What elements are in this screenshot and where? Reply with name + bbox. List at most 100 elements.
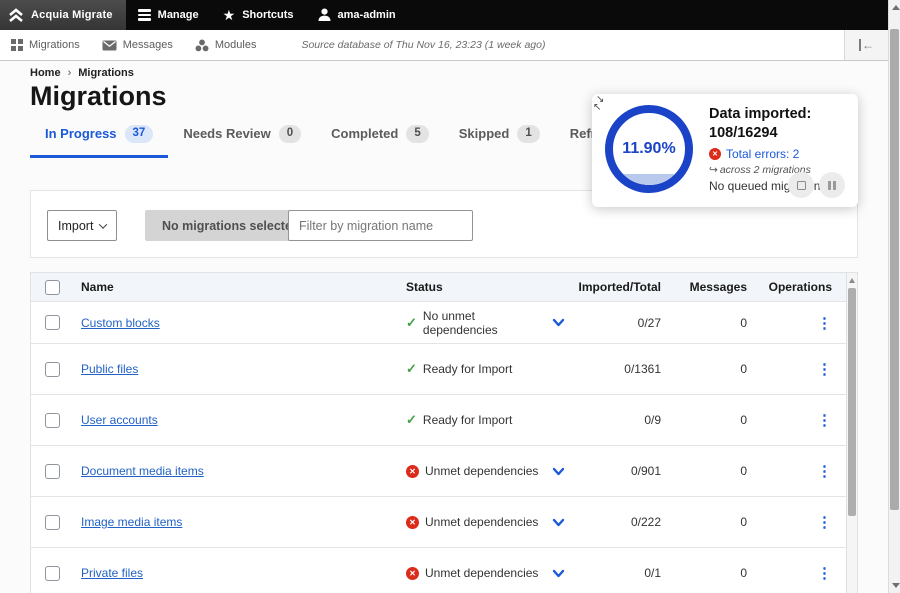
tab-count-badge: 5 xyxy=(406,125,428,143)
breadcrumb: Home › Migrations xyxy=(30,67,134,79)
user-icon xyxy=(318,8,331,22)
table-row: Image media items ✓ ✕ Unmet dependencies… xyxy=(31,497,846,548)
status-ok-icon: ✓ xyxy=(406,315,417,331)
row-checkbox[interactable] xyxy=(45,566,60,581)
migration-link[interactable]: Custom blocks xyxy=(81,316,160,330)
status-chevron-icon[interactable] xyxy=(552,518,565,527)
progress-circle: 11.90% xyxy=(605,105,693,193)
migration-link[interactable]: Image media items xyxy=(81,515,182,529)
across-arrow-icon: ↪ xyxy=(709,164,718,176)
migration-link[interactable]: Private files xyxy=(81,566,143,580)
hamburger-icon xyxy=(138,9,151,21)
status-error-icon: ✕ xyxy=(406,465,419,478)
imported-total-value: 0/27 xyxy=(572,316,661,330)
header-name: Name xyxy=(81,280,406,294)
envelope-icon xyxy=(102,40,117,51)
collapse-left-icon: ← xyxy=(859,39,874,51)
imported-total-value: 0/901 xyxy=(572,464,661,478)
status-text: Ready for Import xyxy=(423,362,512,376)
row-checkbox[interactable] xyxy=(45,315,60,330)
error-icon: ✕ xyxy=(709,148,721,160)
page-title: Migrations xyxy=(30,81,167,112)
scroll-down-arrow-icon[interactable] xyxy=(892,583,900,588)
tab-count-badge: 37 xyxy=(125,125,154,143)
row-checkbox[interactable] xyxy=(45,413,60,428)
tab-skipped[interactable]: Skipped 1 xyxy=(444,125,555,158)
scroll-up-arrow-icon[interactable] xyxy=(849,278,855,283)
migration-link[interactable]: User accounts xyxy=(81,413,158,427)
tab-needs-review[interactable]: Needs Review 0 xyxy=(168,125,316,158)
operations-menu-button[interactable]: ⋮ xyxy=(817,412,832,429)
select-all-checkbox[interactable] xyxy=(45,280,60,295)
resize-handle-icon[interactable]: ↘↖ xyxy=(596,96,604,112)
messages-count: 0 xyxy=(661,566,747,580)
header-imported-total: Imported/Total xyxy=(572,280,661,294)
total-errors-link[interactable]: Total errors: 2 xyxy=(726,147,799,161)
status-text: Ready for Import xyxy=(423,413,512,427)
status-chevron-icon[interactable] xyxy=(552,467,565,476)
header-operations: Operations xyxy=(747,280,846,294)
progress-percent: 11.90% xyxy=(622,140,675,158)
imported-total-value: 0/9 xyxy=(572,413,661,427)
status-error-icon: ✕ xyxy=(406,516,419,529)
imported-total-value: 0/1361 xyxy=(572,362,661,376)
toolbar-modules[interactable]: Modules xyxy=(184,30,268,60)
table-row: Private files ✓ ✕ Unmet dependencies 0/1… xyxy=(31,548,846,593)
menu-shortcuts[interactable]: ★ Shortcuts xyxy=(211,0,306,30)
header-messages: Messages xyxy=(661,280,747,294)
table-row: Public files ✓ ✕ Ready for Import 0/1361… xyxy=(31,344,846,395)
table-scrollbar[interactable] xyxy=(846,273,857,593)
toolbar-messages[interactable]: Messages xyxy=(91,30,184,60)
operations-menu-button[interactable]: ⋮ xyxy=(817,463,832,480)
status-chevron-icon[interactable] xyxy=(552,318,565,327)
import-progress-popup: ↘↖ 11.90% Data imported: 108/16294 ✕ Tot… xyxy=(592,94,858,207)
progress-circle-fill xyxy=(613,174,685,185)
migration-filter-input[interactable] xyxy=(288,210,473,241)
menu-manage[interactable]: Manage xyxy=(126,0,211,30)
tab-bar: In Progress 37 Needs Review 0 Completed … xyxy=(30,125,664,158)
source-database-note: Source database of Thu Nov 16, 23:23 (1 … xyxy=(301,39,545,51)
row-checkbox[interactable] xyxy=(45,362,60,377)
stop-button[interactable] xyxy=(788,172,814,198)
page-scrollbar[interactable] xyxy=(888,0,900,593)
toolbar-migrations[interactable]: Migrations xyxy=(0,30,91,60)
module-toolbar: Migrations Messages Modules Source datab… xyxy=(0,30,888,61)
messages-count: 0 xyxy=(661,515,747,529)
status-ok-icon: ✓ xyxy=(406,361,417,377)
status-chevron-icon[interactable] xyxy=(552,569,565,578)
status-ok-icon: ✓ xyxy=(406,412,417,428)
toolbar-collapse-button[interactable]: ← xyxy=(844,30,888,60)
brand-label: Acquia Migrate xyxy=(31,9,113,21)
tab-completed[interactable]: Completed 5 xyxy=(316,125,444,158)
row-checkbox[interactable] xyxy=(45,515,60,530)
chevron-down-icon xyxy=(99,220,107,228)
import-dropdown-button[interactable]: Import xyxy=(47,210,117,241)
scroll-up-arrow-icon[interactable] xyxy=(892,5,900,10)
header-status: Status xyxy=(406,280,544,294)
migration-link[interactable]: Document media items xyxy=(81,464,204,478)
migrations-table: Name Status Imported/Total Messages Oper… xyxy=(30,272,858,593)
operations-menu-button[interactable]: ⋮ xyxy=(817,361,832,378)
page-scrollbar-thumb[interactable] xyxy=(890,29,899,510)
table-header-row: Name Status Imported/Total Messages Oper… xyxy=(31,273,846,302)
operations-menu-button[interactable]: ⋮ xyxy=(817,565,832,582)
pause-button[interactable] xyxy=(819,172,845,198)
imported-total-value: 0/222 xyxy=(572,515,661,529)
tab-count-badge: 1 xyxy=(517,125,539,143)
messages-count: 0 xyxy=(661,362,747,376)
breadcrumb-current: Migrations xyxy=(78,67,134,79)
operations-menu-button[interactable]: ⋮ xyxy=(817,514,832,531)
modules-icon xyxy=(195,39,209,52)
tab-count-badge: 0 xyxy=(279,125,301,143)
tab-in-progress[interactable]: In Progress 37 xyxy=(30,125,168,158)
row-checkbox[interactable] xyxy=(45,464,60,479)
migration-link[interactable]: Public files xyxy=(81,362,138,376)
grid-icon xyxy=(11,39,23,51)
acquia-logo-icon xyxy=(8,8,24,23)
breadcrumb-home[interactable]: Home xyxy=(30,67,61,79)
table-scrollbar-thumb[interactable] xyxy=(848,288,856,516)
menu-user-account[interactable]: ama-admin xyxy=(306,0,408,30)
table-row: Document media items ✓ ✕ Unmet dependenc… xyxy=(31,446,846,497)
brand-acquia-migrate[interactable]: Acquia Migrate xyxy=(0,0,126,30)
operations-menu-button[interactable]: ⋮ xyxy=(817,315,832,332)
